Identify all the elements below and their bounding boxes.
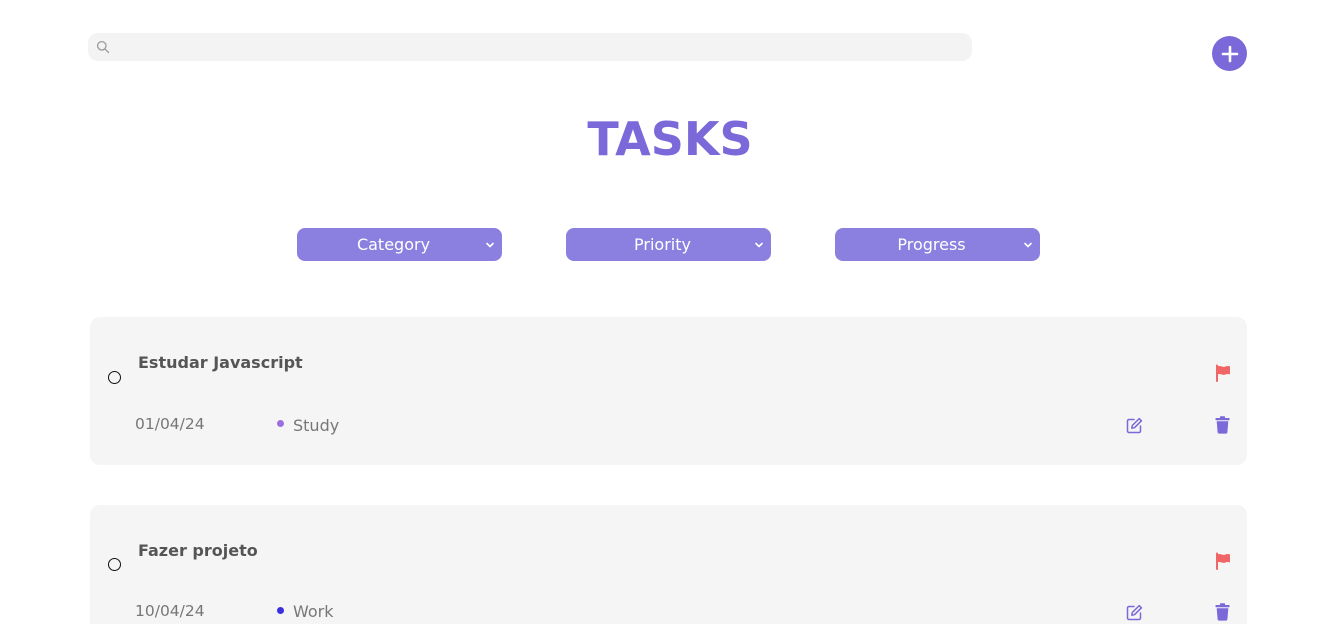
plus-icon bbox=[1221, 45, 1238, 62]
category-filter-select[interactable]: Category bbox=[297, 228, 502, 261]
search-icon bbox=[96, 40, 110, 54]
priority-filter-select[interactable]: Priority bbox=[566, 228, 771, 261]
edit-icon[interactable] bbox=[1126, 417, 1143, 434]
category-dot bbox=[277, 607, 284, 614]
add-task-button[interactable] bbox=[1212, 36, 1247, 71]
search-input[interactable] bbox=[116, 33, 960, 63]
page-title: TASKS bbox=[587, 112, 753, 166]
priority-flag-icon bbox=[1216, 364, 1230, 382]
task-date: 01/04/24 bbox=[135, 415, 205, 433]
task-card: Fazer projeto 10/04/24 Work bbox=[90, 505, 1247, 624]
task-complete-checkbox[interactable] bbox=[108, 371, 121, 384]
chevron-down-icon bbox=[486, 242, 494, 248]
task-category: Study bbox=[293, 416, 340, 435]
priority-flag-icon bbox=[1216, 552, 1230, 570]
category-filter-label: Category bbox=[356, 235, 431, 254]
chevron-down-icon bbox=[755, 242, 763, 248]
category-dot bbox=[277, 420, 284, 427]
priority-filter-label: Priority bbox=[634, 235, 691, 254]
search-bar bbox=[88, 33, 972, 63]
edit-icon[interactable] bbox=[1126, 604, 1143, 621]
task-category: Work bbox=[293, 602, 334, 621]
progress-filter-label: Progress bbox=[897, 235, 966, 254]
task-date: 10/04/24 bbox=[135, 602, 205, 620]
task-complete-checkbox[interactable] bbox=[108, 558, 121, 571]
chevron-down-icon bbox=[1024, 242, 1032, 248]
progress-filter-select[interactable]: Progress bbox=[835, 228, 1040, 261]
task-title: Estudar Javascript bbox=[138, 353, 303, 372]
trash-icon[interactable] bbox=[1215, 416, 1230, 434]
trash-icon[interactable] bbox=[1215, 603, 1230, 621]
task-card: Estudar Javascript 01/04/24 Study bbox=[90, 317, 1247, 465]
task-title: Fazer projeto bbox=[138, 541, 258, 560]
page: TASKS Category Priority Progress Estudar… bbox=[0, 0, 1340, 624]
